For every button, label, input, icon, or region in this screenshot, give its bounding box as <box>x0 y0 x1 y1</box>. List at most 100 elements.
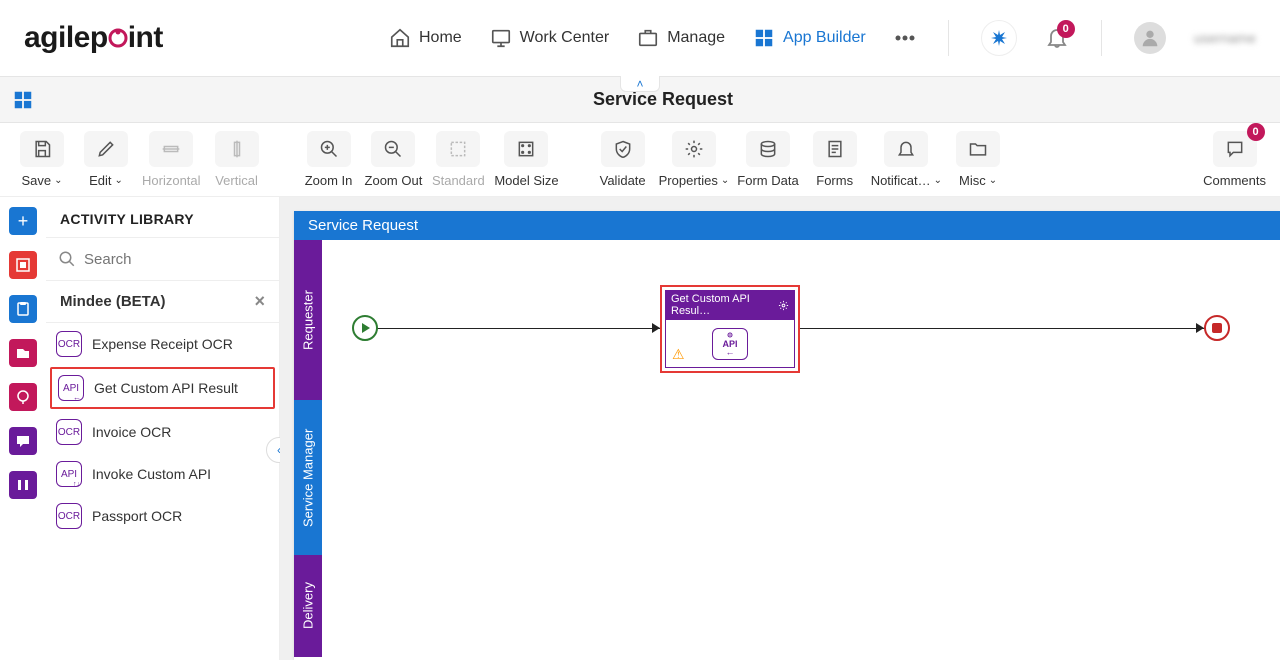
nav-home[interactable]: Home <box>389 27 462 49</box>
nav-work-center-label: Work Center <box>520 29 610 47</box>
comments-button[interactable]: 0 Comments <box>1203 131 1266 188</box>
save-icon <box>32 139 52 159</box>
rail-item-4[interactable] <box>9 383 37 411</box>
nav-app-builder[interactable]: App Builder <box>753 27 866 49</box>
nav-separator-2 <box>1101 20 1102 56</box>
collapse-header-button[interactable]: ˄ <box>620 76 660 92</box>
lane-service-manager[interactable]: Service Manager <box>294 400 322 555</box>
forms-button[interactable]: Forms <box>807 131 863 188</box>
canvas-title: Service Request <box>294 211 1280 240</box>
username: username <box>1194 30 1256 46</box>
zoom-in-button[interactable]: Zoom In <box>301 131 357 188</box>
lane-delivery[interactable]: Delivery <box>294 555 322 657</box>
canvas[interactable]: Service Request Requester Service Manage… <box>280 197 1280 660</box>
align-horizontal-icon <box>161 139 181 159</box>
zoom-out-icon <box>383 139 403 159</box>
monitor-icon <box>490 27 512 49</box>
library-item-label: Expense Receipt OCR <box>92 336 233 352</box>
page-title: Service Request <box>46 89 1280 110</box>
chevron-down-icon: ⌄ <box>54 175 62 186</box>
notif-count: 0 <box>1057 20 1075 38</box>
gear-icon[interactable] <box>778 300 789 311</box>
api-icon: API← <box>58 375 84 401</box>
zoom-out-button[interactable]: Zoom Out <box>365 131 423 188</box>
align-vertical-icon <box>227 139 247 159</box>
align-vertical-button[interactable]: Vertical <box>209 131 265 188</box>
misc-button[interactable]: Misc⌄ <box>950 131 1006 188</box>
search-icon <box>58 250 76 268</box>
library-category-label: Mindee (BETA) <box>60 293 166 310</box>
model-size-button[interactable]: Model Size <box>494 131 558 188</box>
chevron-up-icon: ˄ <box>636 77 643 91</box>
library-item-invoice-ocr[interactable]: OCR Invoice OCR <box>46 411 279 453</box>
library-category[interactable]: Mindee (BETA) × <box>46 281 279 323</box>
library-search[interactable] <box>46 237 279 281</box>
home-icon <box>389 27 411 49</box>
notifications-button[interactable]: Notificat…⌄ <box>871 131 942 188</box>
library-item-label: Invoke Custom API <box>92 466 211 482</box>
comments-count: 0 <box>1247 123 1265 141</box>
zoom-in-icon <box>319 139 339 159</box>
chevron-down-icon: ⌄ <box>989 175 997 186</box>
library-item-label: Get Custom API Result <box>94 380 238 396</box>
library-item-get-custom-api[interactable]: API← Get Custom API Result <box>50 367 275 409</box>
library-item-passport-ocr[interactable]: OCR Passport OCR <box>46 495 279 537</box>
ocr-icon: OCR <box>56 331 82 357</box>
close-icon[interactable]: × <box>254 291 265 312</box>
apps-grid-button[interactable] <box>0 89 46 111</box>
chevron-down-icon: ⌄ <box>934 175 942 186</box>
properties-button[interactable]: Properties⌄ <box>659 131 730 188</box>
align-horizontal-button[interactable]: Horizontal <box>142 131 201 188</box>
library-item-label: Passport OCR <box>92 508 182 524</box>
nav-more[interactable] <box>894 27 916 49</box>
lane-content[interactable]: Get Custom API Resul… ⚠ API ← <box>322 240 1280 657</box>
edit-icon <box>96 139 116 159</box>
end-node[interactable] <box>1204 315 1230 341</box>
gear-icon <box>684 139 704 159</box>
ocr-icon: OCR <box>56 503 82 529</box>
rail-item-6[interactable] <box>9 471 37 499</box>
lane-requester[interactable]: Requester <box>294 240 322 400</box>
search-input[interactable] <box>84 251 283 268</box>
library-item-expense-receipt[interactable]: OCR Expense Receipt OCR <box>46 323 279 365</box>
rail-item-2[interactable] <box>9 295 37 323</box>
main: + ACTIVITY LIBRARY Mindee (BETA) × OCR E… <box>0 197 1280 660</box>
form-data-button[interactable]: Form Data <box>737 131 798 188</box>
validate-icon <box>613 139 633 159</box>
save-button[interactable]: Save⌄ <box>14 131 70 188</box>
rail-add-button[interactable]: + <box>9 207 37 235</box>
folder-icon <box>968 139 988 159</box>
avatar[interactable] <box>1134 22 1166 54</box>
database-icon <box>758 139 778 159</box>
logo-dot-icon <box>108 28 128 48</box>
nav-manage[interactable]: Manage <box>637 27 725 49</box>
arrow-icon <box>1196 323 1204 333</box>
swimlane-labels: Requester Service Manager Delivery <box>294 240 322 657</box>
zoom-standard-button[interactable]: Standard <box>430 131 486 188</box>
validate-button[interactable]: Validate <box>595 131 651 188</box>
start-node[interactable] <box>352 315 378 341</box>
nav-spinner[interactable] <box>981 20 1017 56</box>
rail-item-5[interactable] <box>9 427 37 455</box>
nav-notifications[interactable]: 0 <box>1045 26 1069 50</box>
rail-item-3[interactable] <box>9 339 37 367</box>
apps-icon <box>753 27 775 49</box>
forms-icon <box>825 139 845 159</box>
rail-item-1[interactable] <box>9 251 37 279</box>
bell-icon <box>896 139 916 159</box>
more-icon <box>894 27 916 49</box>
nav-app-builder-label: App Builder <box>783 29 866 47</box>
logo: agilep int <box>24 21 163 55</box>
library-item-invoke-custom-api[interactable]: API↑↓ Invoke Custom API <box>46 453 279 495</box>
nav-separator <box>948 20 949 56</box>
warning-icon: ⚠ <box>672 346 685 363</box>
top-nav: agilep int Home Work Center Manage App B… <box>0 0 1280 77</box>
subheader: ˄ Service Request <box>0 77 1280 123</box>
activity-library: ACTIVITY LIBRARY Mindee (BETA) × OCR Exp… <box>46 197 280 660</box>
briefcase-icon <box>637 27 659 49</box>
activity-node-get-custom-api[interactable]: Get Custom API Resul… ⚠ API ← <box>660 285 800 373</box>
edit-button[interactable]: Edit⌄ <box>78 131 134 188</box>
comment-icon <box>1225 139 1245 159</box>
nav-work-center[interactable]: Work Center <box>490 27 610 49</box>
chevron-down-icon: ⌄ <box>721 175 729 186</box>
